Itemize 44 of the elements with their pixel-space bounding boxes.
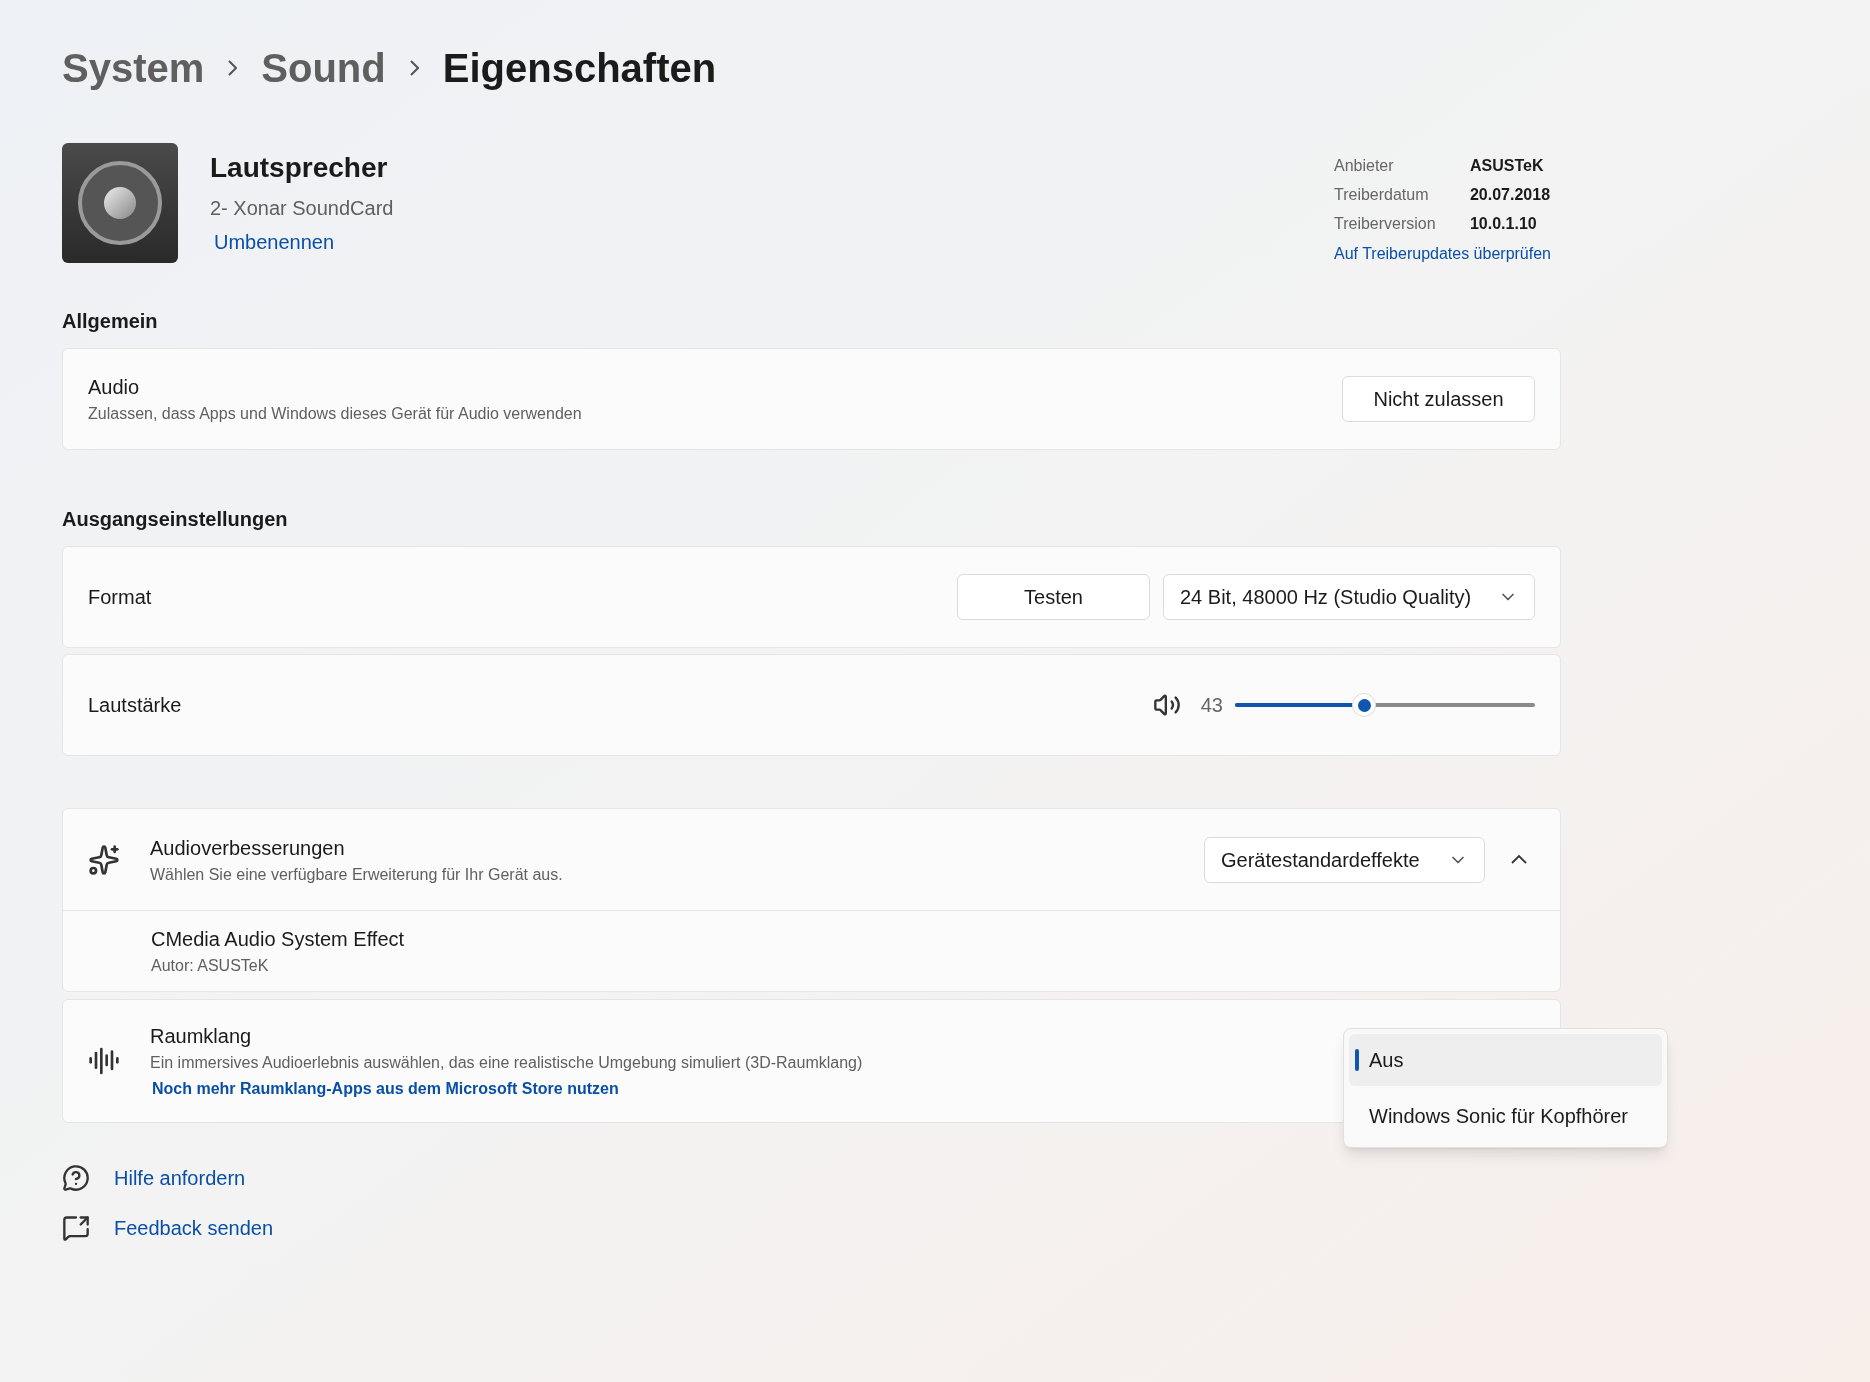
setting-title: Lautstärke: [88, 693, 182, 718]
section-heading: Ausgangseinstellungen: [62, 507, 289, 532]
enhancements-dropdown[interactable]: Gerätestandardeffekte: [1204, 836, 1485, 883]
chevron-right-icon: [228, 60, 238, 76]
breadcrumb-item[interactable]: System: [62, 38, 205, 98]
info-value: ASUSTeK: [1469, 155, 1544, 176]
test-button[interactable]: Testen: [957, 574, 1150, 620]
setting-title: Audio: [88, 375, 141, 400]
setting-title: Audioverbesserungen: [150, 835, 346, 861]
sparkle-icon: [88, 843, 120, 876]
footer-link[interactable]: Feedback senden: [114, 1213, 273, 1243]
setting-subtitle: Zulassen, dass Apps und Windows dieses Gerät für Audio verwenden: [88, 404, 582, 424]
store-link[interactable]: Noch mehr Raumklang-Apps aus dem Microsoft Store nutzen: [152, 1077, 863, 1101]
section-heading: Allgemein: [62, 309, 159, 334]
feedback-icon: [62, 1214, 90, 1242]
volume-slider[interactable]: [1235, 693, 1535, 717]
speaker-icon: [62, 143, 178, 263]
format-dropdown[interactable]: 24 Bit, 48000 Hz (Studio Quality): [1163, 574, 1535, 620]
setting-subtitle: Ein immersives Audioerlebnis auswählen, das eine realistische Umgebung simuliert (3D-Raumklang): [150, 1053, 863, 1073]
rename-link[interactable]: Umbenennen: [214, 227, 394, 257]
setting-title: Format: [88, 585, 152, 610]
volume-reading: 43: [1200, 693, 1223, 718]
info-label: Treiberversion: [1333, 213, 1437, 234]
chevron-right-icon: [409, 60, 419, 76]
menu-item[interactable]: Aus: [1349, 1034, 1662, 1086]
setting-title: Raumklang: [150, 1024, 253, 1049]
setting-subtitle: Wählen Sie eine verfügbare Erweiterung für Ihr Gerät aus.: [150, 864, 564, 885]
effect-title: CMedia Audio System Effect: [151, 927, 406, 952]
help-icon: [62, 1164, 90, 1192]
disallow-button[interactable]: Nicht zulassen: [1342, 376, 1535, 422]
device-name: Lautsprecher: [210, 151, 389, 185]
info-value: 20.07.2018: [1469, 184, 1551, 205]
info-value: 10.0.1.10: [1469, 213, 1537, 234]
breadcrumb-item: Eigenschaften: [442, 45, 717, 92]
chevron-up-icon: [1511, 855, 1527, 864]
breadcrumb-item[interactable]: Sound: [261, 38, 386, 98]
info-label: Treiberdatum: [1333, 184, 1430, 205]
effect-author: Autor: ASUSTeK: [151, 956, 270, 976]
info-label: Anbieter: [1333, 155, 1395, 176]
driver-update-link[interactable]: Auf Treiberupdates überprüfen: [1333, 242, 1551, 266]
device-description: 2- Xonar SoundCard: [210, 196, 394, 221]
sound-wave-icon: [88, 1045, 120, 1077]
menu-item[interactable]: Windows Sonic für Kopfhörer: [1349, 1090, 1662, 1142]
footer-link[interactable]: Hilfe anfordern: [114, 1163, 246, 1193]
